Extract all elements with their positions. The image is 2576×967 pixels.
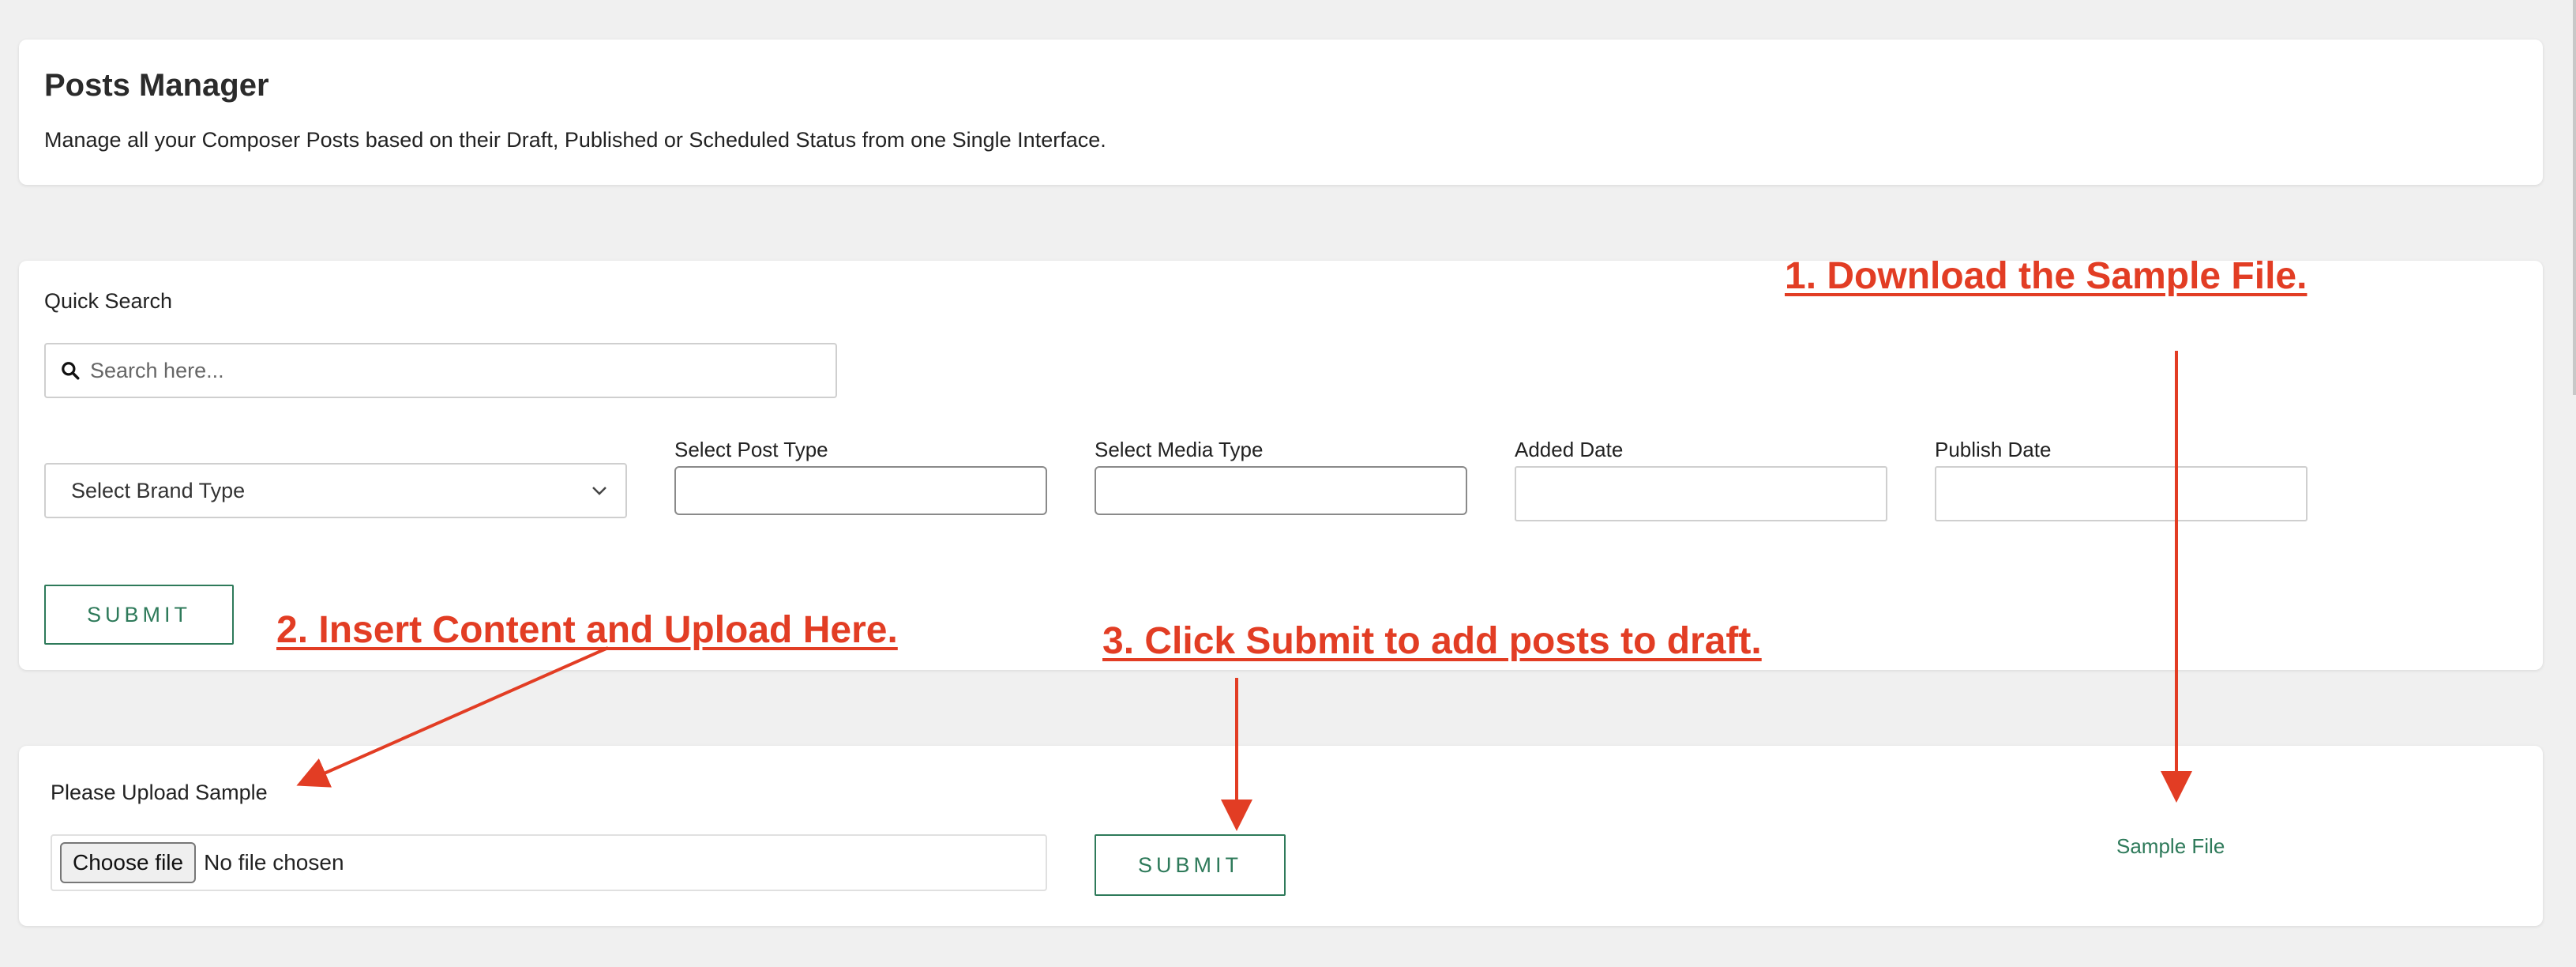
search-box[interactable]: [44, 343, 837, 398]
brand-type-select[interactable]: Select Brand Type: [44, 463, 627, 518]
chevron-down-icon: [592, 487, 606, 495]
file-status-text: No file chosen: [204, 850, 344, 875]
search-submit-button[interactable]: SUBMIT: [44, 585, 234, 645]
annotation-step-3: 3. Click Submit to add posts to draft.: [1102, 620, 1762, 662]
added-date-input[interactable]: [1515, 466, 1887, 521]
upload-label: Please Upload Sample: [51, 781, 268, 804]
page-description: Manage all your Composer Posts based on …: [44, 128, 1106, 152]
choose-file-button[interactable]: Choose file: [60, 842, 197, 883]
sample-file-link[interactable]: Sample File: [2116, 834, 2225, 859]
post-type-select[interactable]: [674, 466, 1047, 515]
file-upload-field[interactable]: Choose file No file chosen: [51, 834, 1047, 891]
added-date-label: Added Date: [1515, 438, 1624, 461]
media-type-label: Select Media Type: [1095, 438, 1264, 461]
header-card: Posts Manager Manage all your Composer P…: [19, 40, 2543, 185]
annotation-step-2: 2. Insert Content and Upload Here.: [276, 609, 898, 651]
page-title: Posts Manager: [44, 68, 269, 103]
post-type-label: Select Post Type: [674, 438, 828, 461]
publish-date-label: Publish Date: [1935, 438, 2052, 461]
search-icon: [62, 362, 80, 380]
media-type-select[interactable]: [1095, 466, 1467, 515]
upload-card: Please Upload Sample Choose file No file…: [19, 746, 2543, 926]
brand-type-select-value: Select Brand Type: [71, 478, 246, 502]
annotation-step-1: 1. Download the Sample File.: [1785, 255, 2308, 297]
search-input[interactable]: [90, 358, 801, 383]
upload-submit-button[interactable]: SUBMIT: [1095, 834, 1286, 896]
quick-search-label: Quick Search: [44, 289, 173, 313]
scrollbar[interactable]: [2573, 0, 2576, 395]
publish-date-input[interactable]: [1935, 466, 2308, 521]
